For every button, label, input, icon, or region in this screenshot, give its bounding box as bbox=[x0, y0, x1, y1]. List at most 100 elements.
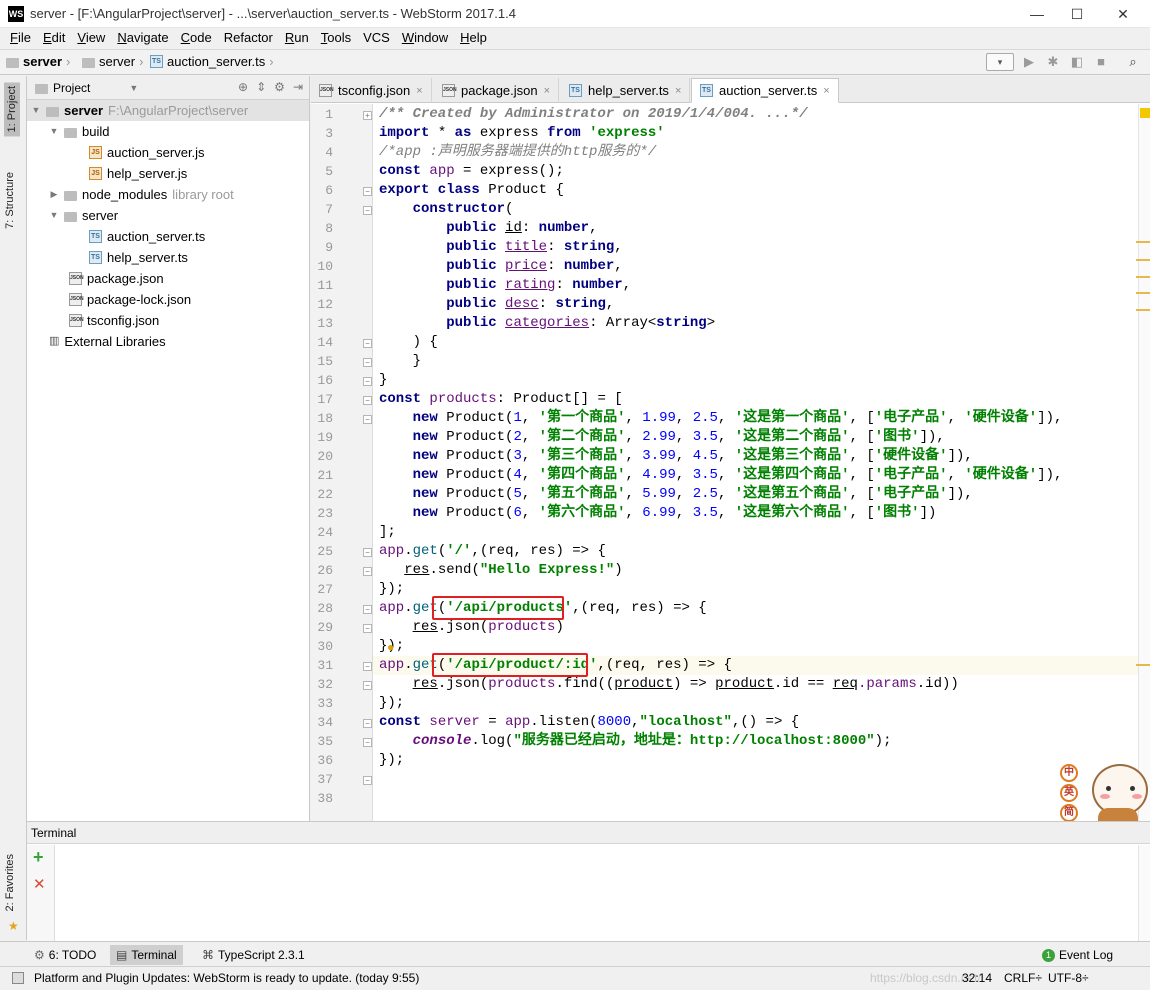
fold-marker-icon[interactable]: − bbox=[363, 719, 372, 728]
fold-marker-icon[interactable]: − bbox=[363, 776, 372, 785]
run-icon[interactable]: ▶ bbox=[1020, 53, 1038, 71]
collapse-all-icon[interactable]: ⇕ bbox=[256, 80, 266, 94]
menu-item[interactable]: Run bbox=[279, 28, 315, 49]
fold-marker-icon[interactable]: − bbox=[363, 738, 372, 747]
warning-marker[interactable] bbox=[1136, 259, 1150, 261]
menu-item[interactable]: Code bbox=[175, 28, 218, 49]
terminal-scrollbar[interactable] bbox=[1138, 845, 1150, 942]
fold-marker-icon[interactable]: − bbox=[363, 339, 372, 348]
warning-marker[interactable] bbox=[1136, 309, 1150, 311]
close-tab-icon[interactable]: × bbox=[544, 85, 550, 97]
project-tool-tab[interactable]: 1: Project bbox=[4, 82, 20, 137]
code-token: app bbox=[379, 543, 405, 559]
line-separator[interactable]: CRLF÷ bbox=[1004, 971, 1042, 985]
fold-marker-icon[interactable]: − bbox=[363, 624, 372, 633]
fold-marker-icon[interactable]: − bbox=[363, 358, 372, 367]
breadcrumb-root[interactable]: server › bbox=[6, 54, 70, 69]
fold-marker-icon[interactable]: − bbox=[363, 206, 372, 215]
tab-tsconfig[interactable]: JSON tsconfig.json × bbox=[311, 78, 432, 103]
menu-item[interactable]: Edit bbox=[37, 28, 71, 49]
status-message[interactable]: Platform and Plugin Updates: WebStorm is… bbox=[34, 971, 419, 985]
menu-item[interactable]: Window bbox=[396, 28, 454, 49]
code-area[interactable]: /** Created by Administrator on 2019/1/4… bbox=[373, 104, 1143, 821]
folder-icon bbox=[64, 211, 77, 222]
intention-bulb-icon[interactable]: ● bbox=[387, 640, 394, 654]
tree-folder-server[interactable]: ▼ server bbox=[49, 205, 119, 226]
fold-marker-icon[interactable]: − bbox=[363, 415, 372, 424]
structure-tool-tab[interactable]: 7: Structure bbox=[4, 172, 16, 229]
fold-marker-icon[interactable]: − bbox=[363, 548, 372, 557]
debug-icon[interactable]: ✱ bbox=[1044, 53, 1062, 71]
todo-tool-tab[interactable]: ⚙ 6: TODO bbox=[28, 945, 102, 965]
tab-auction-server[interactable]: TS auction_server.ts × bbox=[691, 78, 839, 103]
close-tab-icon[interactable]: × bbox=[416, 85, 422, 97]
warning-marker[interactable] bbox=[1136, 276, 1150, 278]
warning-marker[interactable] bbox=[1136, 292, 1150, 294]
tree-file-build-help[interactable]: JS help_server.js bbox=[89, 163, 187, 184]
tree-file-build-auction[interactable]: JS auction_server.js bbox=[89, 142, 205, 163]
tree-root-server[interactable]: ▼ server F:\AngularProject\server bbox=[27, 100, 309, 121]
json-file-icon: JSON bbox=[442, 84, 457, 97]
tab-package[interactable]: JSON package.json × bbox=[434, 78, 560, 103]
project-view-selector[interactable]: Project ▼ bbox=[35, 81, 138, 95]
fold-marker-icon[interactable]: − bbox=[363, 681, 372, 690]
tree-file-server-auction[interactable]: TS auction_server.ts bbox=[89, 226, 205, 247]
code-token: 4 bbox=[513, 467, 522, 483]
tree-label: tsconfig.json bbox=[87, 313, 160, 328]
code-line: ]; bbox=[379, 523, 396, 542]
code-line: }); bbox=[379, 580, 404, 599]
terminal-tool-tab[interactable]: ▤ Terminal bbox=[110, 945, 183, 965]
close-window-button[interactable]: ✕ bbox=[1100, 0, 1146, 28]
run-configuration-dropdown[interactable]: ▾ bbox=[986, 53, 1014, 71]
file-encoding[interactable]: UTF-8÷ bbox=[1048, 971, 1089, 985]
tree-external-libraries[interactable]: ▥ External Libraries bbox=[49, 331, 166, 352]
caret-marker[interactable] bbox=[1136, 664, 1150, 666]
menu-item[interactable]: View bbox=[71, 28, 111, 49]
menu-item[interactable]: Refactor bbox=[218, 28, 279, 49]
tree-file-package[interactable]: JSON package.json bbox=[69, 268, 164, 289]
tool-windows-toggle-icon[interactable] bbox=[12, 972, 24, 984]
menu-item[interactable]: Navigate bbox=[111, 28, 174, 49]
menu-item[interactable]: File bbox=[4, 28, 37, 49]
code-token: ) bbox=[614, 562, 623, 578]
tree-file-server-help[interactable]: TS help_server.ts bbox=[89, 247, 188, 268]
code-line: import * as express from 'express' bbox=[379, 124, 665, 143]
close-session-icon[interactable]: ✕ bbox=[33, 875, 46, 893]
hide-panel-icon[interactable]: ⇥ bbox=[293, 80, 303, 94]
settings-gear-icon[interactable]: ⚙ bbox=[274, 80, 285, 94]
menu-item[interactable]: VCS bbox=[357, 28, 396, 49]
fold-marker-icon[interactable]: − bbox=[363, 567, 372, 576]
warning-marker[interactable] bbox=[1136, 241, 1150, 243]
tree-folder-node-modules[interactable]: ▶ node_modules library root bbox=[49, 184, 234, 205]
menu-item[interactable]: Tools bbox=[315, 28, 357, 49]
fold-marker-icon[interactable]: − bbox=[363, 662, 372, 671]
close-tab-icon[interactable]: × bbox=[823, 85, 829, 97]
fold-marker-icon[interactable]: + bbox=[363, 111, 372, 120]
close-tab-icon[interactable]: × bbox=[675, 85, 681, 97]
new-session-icon[interactable]: + bbox=[33, 847, 44, 868]
fold-marker-icon[interactable]: − bbox=[363, 377, 372, 386]
breadcrumb-file[interactable]: TS auction_server.ts › bbox=[150, 54, 274, 69]
search-everywhere-icon[interactable]: ⌕ bbox=[1124, 53, 1142, 71]
stop-icon[interactable]: ■ bbox=[1092, 53, 1110, 71]
favorites-tool-tab[interactable]: 2: Favorites bbox=[4, 854, 16, 911]
fold-marker-icon[interactable]: − bbox=[363, 187, 372, 196]
tree-file-tsconfig[interactable]: JSON tsconfig.json bbox=[69, 310, 159, 331]
typescript-tool-tab[interactable]: ⌘ TypeScript 2.3.1 bbox=[196, 945, 311, 965]
locate-icon[interactable]: ⊕ bbox=[238, 80, 248, 94]
event-log-tool-tab[interactable]: 1 Event Log bbox=[1036, 945, 1119, 965]
inspection-status-icon[interactable] bbox=[1140, 108, 1150, 118]
editor-vertical-scrollbar[interactable] bbox=[1136, 104, 1150, 821]
menu-item[interactable]: Help bbox=[454, 28, 493, 49]
fold-marker-icon[interactable]: − bbox=[363, 396, 372, 405]
code-token: '图书' bbox=[874, 505, 920, 521]
breadcrumb-folder[interactable]: server › bbox=[82, 54, 143, 69]
maximize-button[interactable]: ☐ bbox=[1054, 0, 1100, 28]
fold-marker-icon[interactable]: − bbox=[363, 605, 372, 614]
expanded-arrow-icon: ▼ bbox=[49, 210, 59, 220]
tree-folder-build[interactable]: ▼ build bbox=[49, 121, 110, 142]
coverage-icon[interactable]: ◧ bbox=[1068, 53, 1086, 71]
tree-file-package-lock[interactable]: JSON package-lock.json bbox=[69, 289, 191, 310]
tab-help-server[interactable]: TS help_server.ts × bbox=[561, 78, 691, 103]
caret-position[interactable]: 32:14 bbox=[962, 971, 992, 985]
